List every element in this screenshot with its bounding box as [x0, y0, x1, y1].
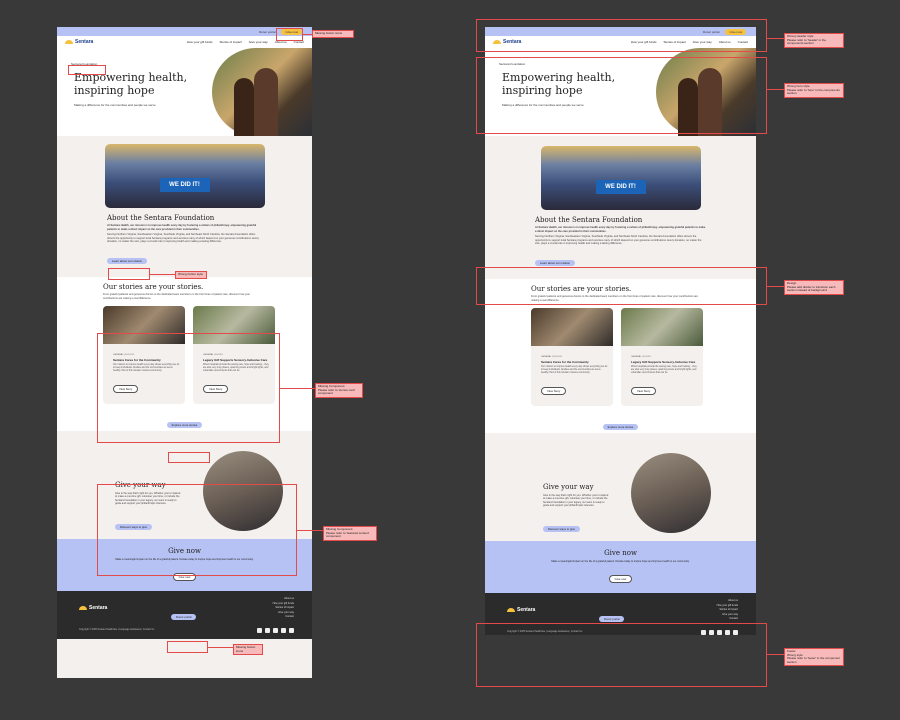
annotation-box-about-button — [108, 268, 150, 280]
story-description: When hospitals provide life-saving care,… — [631, 366, 697, 375]
give-now-description: Make a meaningful impact on the life of … — [551, 560, 690, 564]
annotation-note: Wrong button style — [175, 271, 207, 279]
nav-link[interactable]: Stories of impact — [219, 40, 241, 44]
footer-logo[interactable]: Sentara — [507, 607, 535, 613]
sentara-logo-icon — [65, 40, 73, 44]
give-photo — [631, 453, 711, 534]
story-category: GENERAL | 10.9.24 — [631, 356, 651, 359]
annotation-note: Design Please add divider to transition … — [784, 280, 844, 295]
give-description: Give in the way that's right for you. Wh… — [543, 494, 609, 508]
story-card[interactable]: GENERAL | 10.9.24 Legacy Gift Supports S… — [621, 308, 703, 407]
footer-link[interactable]: Stories of impact — [719, 608, 738, 611]
about-paragraph: At Sentara Health, our mission is to imp… — [107, 224, 257, 231]
annotation-note: Wrong hero style Please refer to 'hero' … — [784, 83, 844, 98]
x-icon[interactable] — [265, 628, 270, 634]
annotation-box-explore — [168, 452, 210, 463]
annotation-box-footer — [476, 623, 767, 687]
annotation-note: Missing button icons — [233, 644, 263, 656]
nav-link[interactable]: Give your way — [249, 40, 268, 44]
learn-mission-button[interactable]: Learn about our mission — [107, 257, 148, 264]
utility-bar: Donor portal Give now — [57, 27, 312, 36]
annotation-box-stories — [97, 333, 280, 443]
social-links — [257, 628, 294, 634]
annotation-note: Missing button icons — [312, 30, 354, 38]
annotation-box-portal — [167, 641, 208, 653]
annotation-box-give — [97, 484, 297, 576]
story-card[interactable]: GENERAL | 10.14.24 Sentara Cares for the… — [531, 308, 613, 407]
youtube-icon[interactable] — [273, 628, 278, 634]
give-title: Give your way — [543, 483, 594, 492]
give-now-section: Give now Make a meaningful impact on the… — [485, 541, 756, 594]
view-story-button[interactable]: View Story — [631, 387, 657, 396]
sentara-logo-icon — [507, 608, 515, 613]
footer-link[interactable]: Stories of impact — [275, 606, 294, 609]
footer-link[interactable]: How your gift funds — [273, 602, 294, 605]
give-now-cta[interactable]: Give now — [608, 575, 633, 584]
donor-portal-link[interactable]: Donor portal — [259, 30, 276, 34]
annotation-note: Missing Component Please refer to 'stori… — [315, 383, 363, 398]
main-nav: Sentara How your gift funds Stories of im… — [57, 36, 312, 48]
story-title: Legacy Gift Supports Sensory-Inclusive C… — [631, 360, 696, 365]
about-paragraph: Serving Northern Virginia, Southeastern … — [107, 233, 259, 244]
group-photo: WE DID IT! — [104, 144, 265, 208]
we-did-it-banner: WE DID IT! — [595, 180, 646, 194]
annotation-box-header — [476, 19, 767, 52]
story-image — [621, 308, 703, 347]
copyright: Copyright © 2025 Sentara Healthcare | La… — [79, 629, 155, 632]
footer-logo[interactable]: Sentara — [79, 605, 107, 611]
explore-stories-button[interactable]: Explore more stories — [602, 424, 639, 431]
hero-subtitle: Making a difference for the communities … — [74, 103, 156, 107]
footer: Sentara Donor portal About us How your gi… — [57, 591, 312, 640]
instagram-icon[interactable] — [281, 628, 286, 634]
linkedin-icon[interactable] — [289, 628, 294, 634]
annotation-note: Missing Component Please refer to 'featu… — [323, 526, 377, 541]
about-paragraph: At Sentara Health, our mission is to imp… — [535, 226, 706, 233]
facebook-icon[interactable] — [257, 628, 262, 634]
stories-intro: From grateful patients and generous dono… — [103, 292, 251, 300]
annotation-box-donate — [276, 28, 303, 41]
footer-donor-portal-button[interactable]: Donor portal — [599, 616, 625, 623]
give-your-way-section: Give your way Give in the way that's rig… — [485, 445, 756, 542]
about-title: About the Sentara Foundation — [107, 214, 215, 222]
footer-link[interactable]: Contact — [285, 615, 294, 618]
footer-link[interactable]: Contact — [729, 617, 738, 620]
story-title: Sentara Cares for the Community — [541, 360, 589, 365]
nav-link[interactable]: How your gift funds — [187, 40, 213, 44]
footer-link[interactable]: Give your way — [722, 613, 738, 616]
story-image — [531, 308, 613, 347]
group-photo: WE DID IT! — [540, 146, 701, 210]
footer-link[interactable]: Give your way — [278, 611, 294, 614]
footer-link[interactable]: About us — [284, 597, 294, 600]
annotation-box-crumb — [68, 65, 106, 75]
view-story-button[interactable]: View Story — [541, 387, 567, 396]
stories-title: Our stories are your stories. — [103, 282, 204, 291]
footer-donor-portal-button[interactable]: Donor portal — [171, 614, 197, 621]
footer-link[interactable]: About us — [728, 599, 738, 602]
footer-link[interactable]: How your gift funds — [717, 604, 738, 607]
hero-photo — [212, 48, 312, 136]
learn-mission-button[interactable]: Learn about our mission — [535, 259, 576, 266]
review-canvas: Donor portal Give now Sentara How your g… — [0, 0, 900, 720]
annotation-box-divider — [476, 267, 767, 305]
sentara-logo-icon — [79, 606, 87, 611]
we-did-it-banner: WE DID IT! — [159, 178, 210, 192]
story-description: Our mission to improve health every day … — [541, 366, 608, 375]
give-now-title: Give now — [604, 549, 637, 558]
hero-section: Sentara Foundation Empowering health, in… — [57, 48, 312, 136]
annotation-box-hero — [476, 57, 767, 134]
annotation-note: Wrong Header style Please refer to 'head… — [784, 33, 844, 48]
annotation-note: Footer Wrong style Please refer to 'foot… — [784, 648, 844, 667]
about-paragraph: Serving Northern Virginia, Southeastern … — [535, 235, 702, 246]
story-category: GENERAL | 10.14.24 — [541, 356, 562, 359]
about-title: About the Sentara Foundation — [535, 216, 643, 224]
discover-ways-button[interactable]: Discover ways to give — [543, 526, 581, 533]
sentara-logo[interactable]: Sentara — [65, 39, 93, 45]
